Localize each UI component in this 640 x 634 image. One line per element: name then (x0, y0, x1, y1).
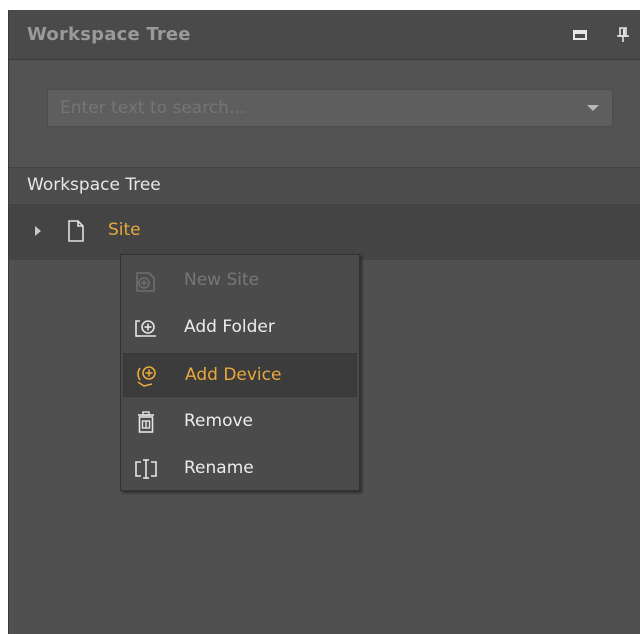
site-page-icon (67, 219, 85, 243)
rename-icon (133, 456, 159, 482)
menu-item-label: Add Device (185, 365, 282, 385)
search-area (9, 61, 640, 167)
menu-item-rename[interactable]: Rename (123, 447, 357, 491)
menu-item-add-device[interactable]: Add Device (123, 353, 357, 397)
panel-title: Workspace Tree (27, 24, 191, 45)
maximize-icon[interactable] (571, 26, 589, 44)
add-device-icon (134, 363, 160, 389)
menu-item-add-folder[interactable]: Add Folder (123, 306, 357, 350)
remove-icon (133, 409, 159, 435)
tree-item-site[interactable]: Site (9, 204, 640, 260)
menu-item-label: Remove (184, 411, 253, 431)
menu-item-label: Rename (184, 458, 254, 478)
menu-item-new-site[interactable]: New Site (123, 259, 357, 303)
panel-title-bar: Workspace Tree (9, 10, 640, 60)
workspace-tree-panel: Workspace Tree Workspace Tree (8, 10, 640, 634)
tree-section-label: Workspace Tree (27, 175, 161, 195)
tree-item-label: Site (108, 220, 141, 240)
pin-icon[interactable] (614, 26, 632, 44)
search-dropdown-icon[interactable] (587, 105, 599, 111)
context-menu: New Site Add Folder Add Device Remove Re… (120, 254, 360, 491)
expand-arrow-icon[interactable] (35, 226, 41, 236)
add-folder-icon (133, 315, 159, 341)
menu-item-label: Add Folder (184, 317, 275, 337)
new-site-icon (133, 268, 159, 294)
menu-item-remove[interactable]: Remove (123, 400, 357, 444)
menu-item-label: New Site (184, 270, 260, 290)
search-input[interactable] (47, 89, 613, 127)
tree-section-header: Workspace Tree (9, 167, 640, 203)
